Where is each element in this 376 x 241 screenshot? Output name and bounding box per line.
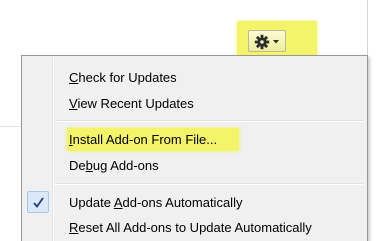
menu-item-label: Check for Updates xyxy=(69,70,177,85)
chevron-down-icon xyxy=(273,40,279,44)
menu-item-view-recent-updates[interactable]: View Recent Updates xyxy=(24,92,365,115)
menu-item-debug-addons[interactable]: Debug Add-ons xyxy=(24,154,365,177)
tools-dropdown-menu: Check for Updates View Recent Updates In… xyxy=(21,55,368,241)
menu-item-label: Update Add-ons Automatically xyxy=(69,195,243,210)
tools-menu-button[interactable] xyxy=(248,30,286,52)
menu-item-label: View Recent Updates xyxy=(69,96,194,111)
menu-separator xyxy=(55,120,363,122)
menu-item-update-addons-automatically[interactable]: Update Add-ons Automatically xyxy=(24,191,365,214)
menu-item-label: Reset All Add-ons to Update Automaticall… xyxy=(69,220,312,235)
menu-check-indicator xyxy=(27,191,49,213)
checkmark-icon xyxy=(33,197,44,208)
addons-page: Check for Updates View Recent Updates In… xyxy=(0,0,376,241)
menu-item-label: Debug Add-ons xyxy=(69,158,159,173)
menu-item-label: Install Add-on From File... xyxy=(67,128,240,151)
menu-item-install-addon-from-file[interactable]: Install Add-on From File... xyxy=(24,128,365,151)
menu-item-reset-addons-update-automatically[interactable]: Reset All Add-ons to Update Automaticall… xyxy=(24,216,365,239)
gear-icon xyxy=(254,34,270,50)
menu-item-check-for-updates[interactable]: Check for Updates xyxy=(24,66,365,89)
menu-separator xyxy=(55,183,363,185)
